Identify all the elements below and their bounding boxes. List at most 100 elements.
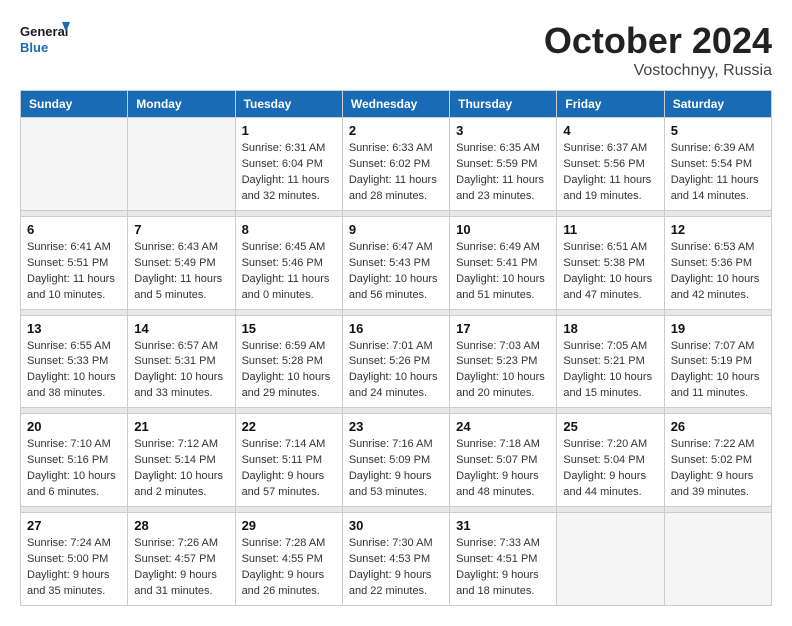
day-detail: Sunrise: 7:30 AMSunset: 4:53 PMDaylight:… (349, 536, 443, 600)
calendar-cell: 7 Sunrise: 6:43 AMSunset: 5:49 PMDaylight… (128, 216, 235, 309)
logo-icon: General Blue (20, 20, 70, 60)
day-detail: Sunrise: 7:18 AMSunset: 5:07 PMDaylight:… (456, 437, 550, 501)
day-number: 19 (671, 321, 765, 336)
day-number: 21 (134, 419, 228, 434)
day-detail: Sunrise: 7:22 AMSunset: 5:02 PMDaylight:… (671, 437, 765, 501)
month-title: October 2024 (544, 20, 772, 62)
day-detail: Sunrise: 6:35 AMSunset: 5:59 PMDaylight:… (456, 141, 550, 205)
calendar-cell: 12 Sunrise: 6:53 AMSunset: 5:36 PMDayligh… (664, 216, 771, 309)
page-header: General Blue October 2024 Vostochnyy, Ru… (20, 20, 772, 80)
title-block: October 2024 Vostochnyy, Russia (544, 20, 772, 80)
calendar-cell (21, 118, 128, 211)
day-detail: Sunrise: 6:59 AMSunset: 5:28 PMDaylight:… (242, 339, 336, 403)
day-detail: Sunrise: 7:26 AMSunset: 4:57 PMDaylight:… (134, 536, 228, 600)
calendar-cell: 16 Sunrise: 7:01 AMSunset: 5:26 PMDayligh… (342, 315, 449, 408)
calendar-cell: 27Sunrise: 7:24 AMSunset: 5:00 PMDayligh… (21, 513, 128, 606)
calendar-cell: 5 Sunrise: 6:39 AMSunset: 5:54 PMDaylight… (664, 118, 771, 211)
day-detail: Sunrise: 6:37 AMSunset: 5:56 PMDaylight:… (563, 141, 657, 205)
calendar-cell: 24Sunrise: 7:18 AMSunset: 5:07 PMDayligh… (450, 414, 557, 507)
day-detail: Sunrise: 6:47 AMSunset: 5:43 PMDaylight:… (349, 240, 443, 304)
day-detail: Sunrise: 6:57 AMSunset: 5:31 PMDaylight:… (134, 339, 228, 403)
day-detail: Sunrise: 7:14 AMSunset: 5:11 PMDaylight:… (242, 437, 336, 501)
day-detail: Sunrise: 7:28 AMSunset: 4:55 PMDaylight:… (242, 536, 336, 600)
day-detail: Sunrise: 7:24 AMSunset: 5:00 PMDaylight:… (27, 536, 121, 600)
calendar-cell: 28 Sunrise: 7:26 AMSunset: 4:57 PMDayligh… (128, 513, 235, 606)
calendar-cell: 1 Sunrise: 6:31 AMSunset: 6:04 PMDaylight… (235, 118, 342, 211)
calendar-cell: 19 Sunrise: 7:07 AMSunset: 5:19 PMDayligh… (664, 315, 771, 408)
day-detail: Sunrise: 7:07 AMSunset: 5:19 PMDaylight:… (671, 339, 765, 403)
calendar-cell: 14 Sunrise: 6:57 AMSunset: 5:31 PMDayligh… (128, 315, 235, 408)
day-detail: Sunrise: 6:45 AMSunset: 5:46 PMDaylight:… (242, 240, 336, 304)
calendar-cell: 25Sunrise: 7:20 AMSunset: 5:04 PMDayligh… (557, 414, 664, 507)
day-detail: Sunrise: 7:20 AMSunset: 5:04 PMDaylight:… (563, 437, 657, 501)
svg-text:Blue: Blue (20, 40, 48, 55)
subtitle: Vostochnyy, Russia (544, 62, 772, 80)
day-detail: Sunrise: 6:49 AMSunset: 5:41 PMDaylight:… (456, 240, 550, 304)
header-saturday: Saturday (664, 91, 771, 118)
day-number: 13 (27, 321, 121, 336)
calendar-table: SundayMondayTuesdayWednesdayThursdayFrid… (20, 90, 772, 606)
day-detail: Sunrise: 6:31 AMSunset: 6:04 PMDaylight:… (242, 141, 336, 205)
week-row-2: 6 Sunrise: 6:41 AMSunset: 5:51 PMDaylight… (21, 216, 772, 309)
day-number: 20 (27, 419, 121, 434)
calendar-cell: 8 Sunrise: 6:45 AMSunset: 5:46 PMDaylight… (235, 216, 342, 309)
calendar-cell: 18 Sunrise: 7:05 AMSunset: 5:21 PMDayligh… (557, 315, 664, 408)
day-number: 6 (27, 222, 121, 237)
day-number: 15 (242, 321, 336, 336)
calendar-cell: 2Sunrise: 6:33 AMSunset: 6:02 PMDaylight… (342, 118, 449, 211)
day-detail: Sunrise: 7:12 AMSunset: 5:14 PMDaylight:… (134, 437, 228, 501)
calendar-cell: 13 Sunrise: 6:55 AMSunset: 5:33 PMDayligh… (21, 315, 128, 408)
day-detail: Sunrise: 7:33 AMSunset: 4:51 PMDaylight:… (456, 536, 550, 600)
day-detail: Sunrise: 7:05 AMSunset: 5:21 PMDaylight:… (563, 339, 657, 403)
day-number: 5 (671, 123, 765, 138)
calendar-cell: 9Sunrise: 6:47 AMSunset: 5:43 PMDaylight… (342, 216, 449, 309)
header-wednesday: Wednesday (342, 91, 449, 118)
calendar-cell: 10 Sunrise: 6:49 AMSunset: 5:41 PMDayligh… (450, 216, 557, 309)
day-number: 23 (349, 419, 443, 434)
day-detail: Sunrise: 6:51 AMSunset: 5:38 PMDaylight:… (563, 240, 657, 304)
day-number: 12 (671, 222, 765, 237)
week-row-5: 27Sunrise: 7:24 AMSunset: 5:00 PMDayligh… (21, 513, 772, 606)
svg-text:General: General (20, 24, 68, 39)
calendar-cell: 17Sunrise: 7:03 AMSunset: 5:23 PMDayligh… (450, 315, 557, 408)
calendar-cell: 4 Sunrise: 6:37 AMSunset: 5:56 PMDaylight… (557, 118, 664, 211)
calendar-header: SundayMondayTuesdayWednesdayThursdayFrid… (21, 91, 772, 118)
header-thursday: Thursday (450, 91, 557, 118)
week-row-3: 13 Sunrise: 6:55 AMSunset: 5:33 PMDayligh… (21, 315, 772, 408)
header-friday: Friday (557, 91, 664, 118)
day-number: 2 (349, 123, 443, 138)
calendar-cell (664, 513, 771, 606)
day-detail: Sunrise: 7:10 AMSunset: 5:16 PMDaylight:… (27, 437, 121, 501)
day-number: 22 (242, 419, 336, 434)
header-monday: Monday (128, 91, 235, 118)
calendar-cell: 15 Sunrise: 6:59 AMSunset: 5:28 PMDayligh… (235, 315, 342, 408)
week-row-1: 1 Sunrise: 6:31 AMSunset: 6:04 PMDaylight… (21, 118, 772, 211)
calendar-cell (128, 118, 235, 211)
day-number: 14 (134, 321, 228, 336)
day-number: 29 (242, 518, 336, 533)
calendar-cell: 22 Sunrise: 7:14 AMSunset: 5:11 PMDayligh… (235, 414, 342, 507)
day-detail: Sunrise: 6:41 AMSunset: 5:51 PMDaylight:… (27, 240, 121, 304)
day-detail: Sunrise: 6:43 AMSunset: 5:49 PMDaylight:… (134, 240, 228, 304)
day-detail: Sunrise: 7:01 AMSunset: 5:26 PMDaylight:… (349, 339, 443, 403)
day-detail: Sunrise: 6:53 AMSunset: 5:36 PMDaylight:… (671, 240, 765, 304)
day-detail: Sunrise: 7:03 AMSunset: 5:23 PMDaylight:… (456, 339, 550, 403)
calendar-cell: 21 Sunrise: 7:12 AMSunset: 5:14 PMDayligh… (128, 414, 235, 507)
day-number: 8 (242, 222, 336, 237)
day-number: 16 (349, 321, 443, 336)
day-number: 1 (242, 123, 336, 138)
day-detail: Sunrise: 6:39 AMSunset: 5:54 PMDaylight:… (671, 141, 765, 205)
logo: General Blue (20, 20, 70, 60)
day-number: 30 (349, 518, 443, 533)
day-number: 7 (134, 222, 228, 237)
day-detail: Sunrise: 6:55 AMSunset: 5:33 PMDaylight:… (27, 339, 121, 403)
day-number: 10 (456, 222, 550, 237)
calendar-cell: 23Sunrise: 7:16 AMSunset: 5:09 PMDayligh… (342, 414, 449, 507)
calendar-cell: 30 Sunrise: 7:30 AMSunset: 4:53 PMDayligh… (342, 513, 449, 606)
day-number: 28 (134, 518, 228, 533)
day-number: 18 (563, 321, 657, 336)
week-row-4: 20 Sunrise: 7:10 AMSunset: 5:16 PMDayligh… (21, 414, 772, 507)
calendar-cell: 11Sunrise: 6:51 AMSunset: 5:38 PMDayligh… (557, 216, 664, 309)
day-number: 4 (563, 123, 657, 138)
day-number: 31 (456, 518, 550, 533)
